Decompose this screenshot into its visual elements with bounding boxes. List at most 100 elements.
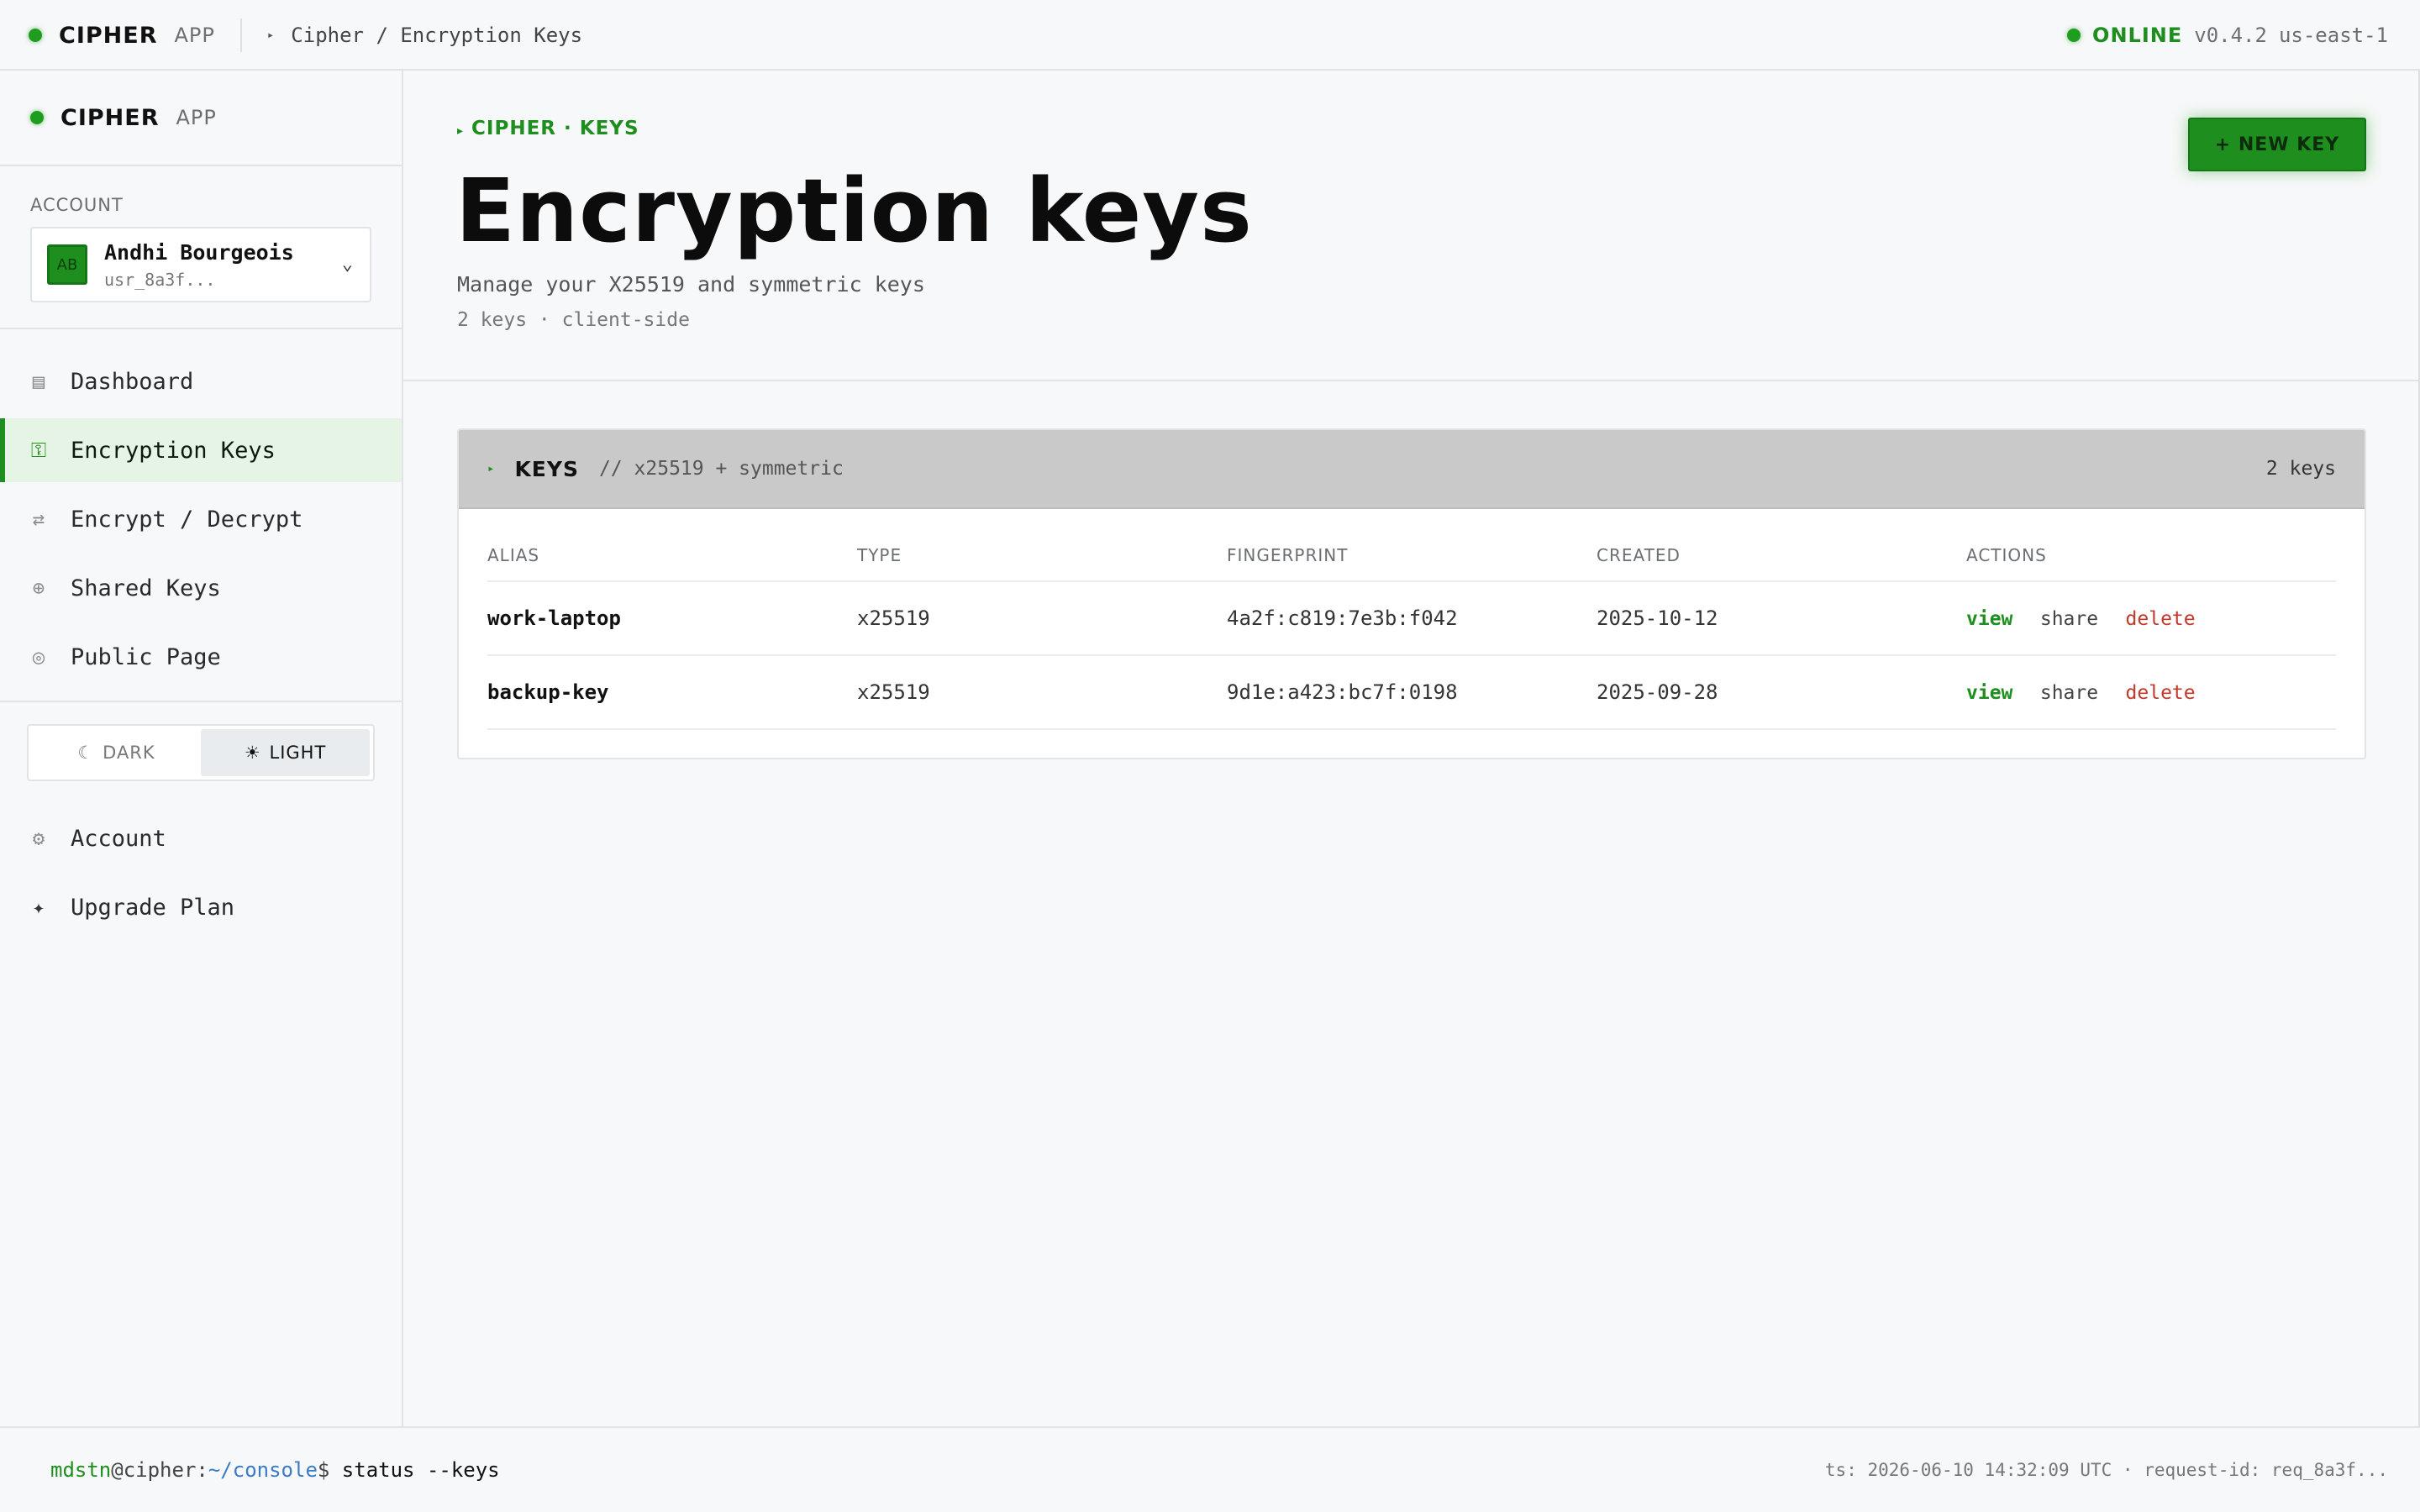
column-header-fingerprint: FINGERPRINT xyxy=(1227,509,1597,582)
breadcrumb-text[interactable]: Cipher / Encryption Keys xyxy=(291,24,582,47)
top-bar: CIPHER APP ▸ Cipher / Encryption Keys ON… xyxy=(0,0,2420,71)
sidebar-item-public-page[interactable]: ◎ Public Page xyxy=(0,625,402,689)
account-label: ACCOUNT xyxy=(30,195,124,215)
divider xyxy=(0,328,402,329)
column-header-alias: ALIAS xyxy=(487,509,857,582)
caret-right-icon: ▸ xyxy=(487,462,495,475)
terminal-footer: mdstn@cipher:~/console$ status --keys ts… xyxy=(0,1426,2420,1512)
panel-subtitle: // x25519 + symmetric xyxy=(599,458,844,480)
request-info: ts: 2026-06-10 14:32:09 UTC · request-id… xyxy=(1824,1460,2388,1480)
account-id: usr_8a3f... xyxy=(104,269,216,290)
key-actions: view share delete xyxy=(1966,655,2336,730)
key-icon: ⚿ xyxy=(30,438,47,462)
view-link[interactable]: view xyxy=(1966,682,2012,704)
region-label: us-east-1 xyxy=(2278,24,2388,47)
sparkle-icon: ✦ xyxy=(32,895,45,919)
key-created: 2025-09-28 xyxy=(1597,655,1966,730)
moon-icon: ☾ xyxy=(77,743,95,763)
divider xyxy=(239,18,242,52)
sidebar-item-label: Dashboard xyxy=(71,368,194,395)
status-dot-icon xyxy=(29,29,42,42)
share-link[interactable]: share xyxy=(2040,608,2098,630)
sidebar-item-account[interactable]: ⚙ Account xyxy=(0,806,402,870)
prompt-symbol: $ xyxy=(317,1458,330,1482)
status-area: ONLINE v0.4.2 us-east-1 xyxy=(2067,0,2388,71)
chevron-down-icon: ⌄ xyxy=(341,254,353,275)
grid-icon: ▤ xyxy=(32,370,45,393)
eyebrow-text: CIPHER · KEYS xyxy=(471,118,639,139)
key-type: x25519 xyxy=(857,581,1227,656)
theme-light-label: LIGHT xyxy=(269,743,327,763)
account-name: Andhi Bourgeois xyxy=(104,239,294,265)
sidebar-item-shared-keys[interactable]: ⊕ Shared Keys xyxy=(0,556,402,620)
key-fingerprint: 4a2f:c819:7e3b:f042 xyxy=(1227,581,1597,656)
sidebar: CIPHER APP ACCOUNT AB Andhi Bourgeois us… xyxy=(0,71,403,1426)
delete-link[interactable]: delete xyxy=(2126,608,2196,630)
swap-icon: ⇄ xyxy=(32,507,45,531)
brand-dot-icon xyxy=(30,111,44,124)
panel-count: 2 keys xyxy=(2265,458,2336,480)
account-switcher[interactable]: AB Andhi Bourgeois usr_8a3f... ⌄ xyxy=(30,227,371,302)
sidebar-bottom-nav: ⚙ Account ✦ Upgrade Plan xyxy=(0,806,402,939)
share-link[interactable]: share xyxy=(2040,682,2098,704)
brand-sub: APP xyxy=(174,24,215,47)
theme-light-option[interactable]: ☀ LIGHT xyxy=(201,729,370,776)
online-status: ONLINE xyxy=(2092,24,2183,47)
table-row: backup-key x25519 9d1e:a423:bc7f:0198 20… xyxy=(487,655,2336,730)
sidebar-item-label: Public Page xyxy=(71,643,221,670)
keys-panel: ▸ KEYS // x25519 + symmetric 2 keys ALIA… xyxy=(457,428,2366,759)
new-key-button[interactable]: + NEW KEY xyxy=(2188,118,2366,171)
prompt-command: status --keys xyxy=(329,1458,500,1482)
sidebar-item-encryption-keys[interactable]: ⚿ Encryption Keys xyxy=(0,418,402,482)
page-header: ▸ CIPHER · KEYS Encryption keys Manage y… xyxy=(403,71,2420,381)
key-actions: view share delete xyxy=(1966,581,2336,656)
key-alias: backup-key xyxy=(487,655,857,730)
gear-icon: ⚙ xyxy=(32,827,45,850)
online-dot-icon xyxy=(2067,29,2081,42)
panel-title: KEYS xyxy=(514,456,579,481)
terminal-prompt[interactable]: mdstn@cipher:~/console$ status --keys xyxy=(50,1458,500,1482)
column-header-actions: ACTIONS xyxy=(1966,509,2336,582)
column-header-type: TYPE xyxy=(857,509,1227,582)
sidebar-item-dashboard[interactable]: ▤ Dashboard xyxy=(0,349,402,413)
share-plus-icon: ⊕ xyxy=(32,576,45,600)
sidebar-nav: ▤ Dashboard ⚿ Encryption Keys ⇄ Encrypt … xyxy=(0,349,402,689)
sun-icon: ☀ xyxy=(244,743,261,763)
prompt-host: @cipher: xyxy=(111,1458,208,1482)
sidebar-item-label: Account xyxy=(71,825,166,852)
divider xyxy=(0,701,402,702)
theme-toggle: ☾ DARK ☀ LIGHT xyxy=(27,724,375,781)
sidebar-item-label: Shared Keys xyxy=(71,575,221,601)
breadcrumb: ▸ Cipher / Encryption Keys xyxy=(267,24,582,47)
page-subtitle: Manage your X25519 and symmetric keys xyxy=(457,272,925,297)
key-created: 2025-10-12 xyxy=(1597,581,1966,656)
sidebar-item-encrypt-decrypt[interactable]: ⇄ Encrypt / Decrypt xyxy=(0,487,402,551)
keys-table: ALIAS TYPE FINGERPRINT CREATED ACTIONS w… xyxy=(487,509,2336,730)
sidebar-item-label: Encryption Keys xyxy=(71,437,276,464)
page-title: Encryption keys xyxy=(455,160,1253,262)
table-header-row: ALIAS TYPE FINGERPRINT CREATED ACTIONS xyxy=(487,509,2336,582)
brand-name: CIPHER xyxy=(59,22,158,49)
page-eyebrow: ▸ CIPHER · KEYS xyxy=(457,118,639,139)
column-header-created: CREATED xyxy=(1597,509,1966,582)
key-type: x25519 xyxy=(857,655,1227,730)
theme-dark-option[interactable]: ☾ DARK xyxy=(32,729,201,776)
target-icon: ◎ xyxy=(32,645,45,669)
sidebar-item-label: Encrypt / Decrypt xyxy=(71,506,303,533)
prompt-user: mdstn xyxy=(50,1458,112,1482)
sidebar-brand-sub: APP xyxy=(176,106,217,129)
delete-link[interactable]: delete xyxy=(2126,682,2196,704)
view-link[interactable]: view xyxy=(1966,608,2012,630)
version-label: v0.4.2 xyxy=(2194,24,2267,47)
sidebar-item-upgrade-plan[interactable]: ✦ Upgrade Plan xyxy=(0,875,402,939)
page-meta: 2 keys · client-side xyxy=(457,309,690,331)
caret-right-icon: ▸ xyxy=(457,124,465,138)
table-row: work-laptop x25519 4a2f:c819:7e3b:f042 2… xyxy=(487,581,2336,656)
prompt-path: ~/console xyxy=(208,1458,318,1482)
key-alias: work-laptop xyxy=(487,581,857,656)
sidebar-item-label: Upgrade Plan xyxy=(71,894,235,921)
sidebar-brand-name: CIPHER xyxy=(60,104,160,131)
theme-dark-label: DARK xyxy=(103,743,155,763)
sidebar-brand[interactable]: CIPHER APP xyxy=(0,71,402,166)
caret-right-icon: ▸ xyxy=(266,29,275,42)
